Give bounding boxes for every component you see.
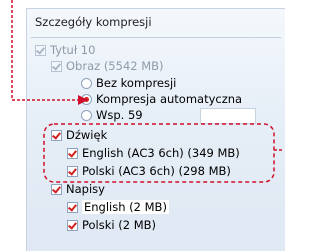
audio-highlight-box — [43, 123, 275, 183]
annotation-line — [11, 0, 78, 101]
annotation-overlay — [11, 0, 284, 183]
arrow-icon — [78, 95, 88, 105]
